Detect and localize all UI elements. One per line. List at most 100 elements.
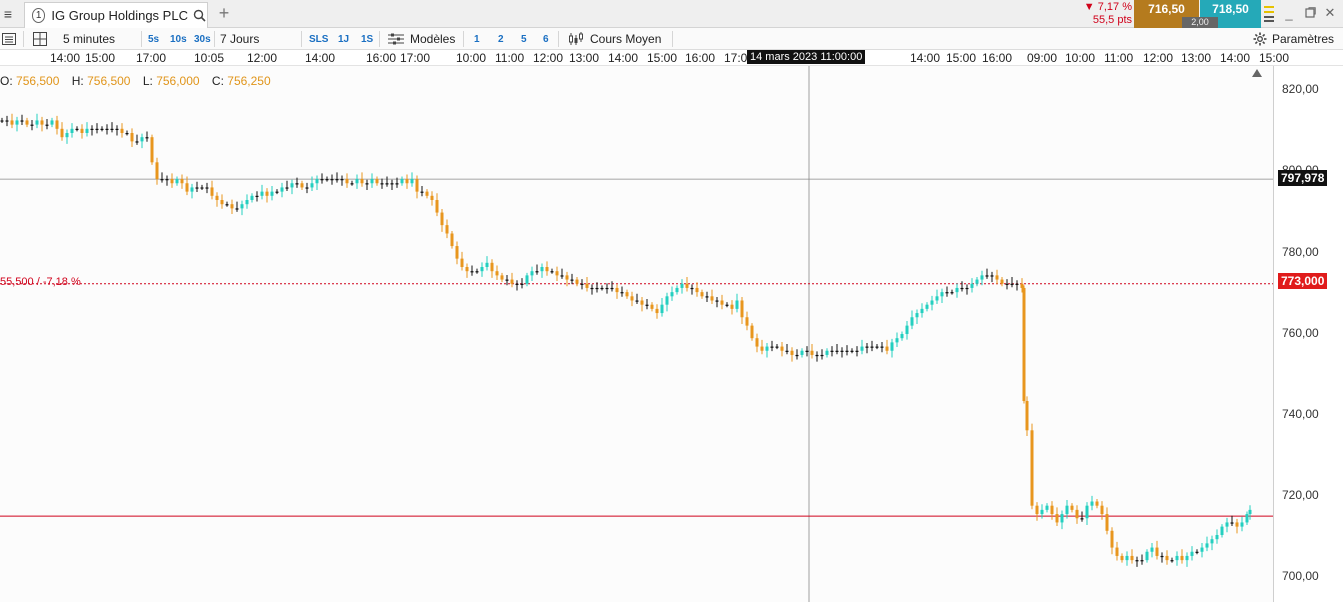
candle-body	[865, 346, 869, 348]
candle-body	[870, 346, 874, 348]
quick-period-1s[interactable]: 1S	[361, 28, 373, 50]
divider	[141, 31, 142, 47]
candle-body	[210, 187, 214, 196]
restore-window-icon[interactable]	[1301, 4, 1319, 22]
candle-body	[770, 346, 774, 348]
time-axis: 14:00 15:00 17:00 10:05 12:00 14:00 16:0…	[0, 50, 1343, 66]
candle-body	[1090, 501, 1094, 506]
candle-body	[980, 275, 984, 280]
candle-body	[1210, 539, 1214, 544]
list-view-icon[interactable]	[2, 28, 16, 50]
candle-body	[615, 287, 619, 293]
quick-interval-30s[interactable]: 30s	[194, 28, 211, 50]
candle-body	[270, 191, 274, 196]
candle-body	[255, 195, 259, 198]
close-icon[interactable]: ✕	[1321, 4, 1339, 22]
candle-body	[160, 179, 164, 181]
candle-body	[1105, 514, 1109, 531]
candle-body	[475, 271, 479, 273]
quick-interval-10s[interactable]: 10s	[170, 28, 187, 50]
indicator-button[interactable]: Cours Moyen	[568, 28, 661, 50]
price-tick: 760,00	[1282, 326, 1319, 340]
candle-body	[365, 183, 369, 185]
model-1[interactable]: 1	[474, 28, 480, 50]
divider	[672, 31, 673, 47]
settings-button[interactable]: Paramètres	[1253, 28, 1334, 50]
open-label: O:	[0, 74, 13, 88]
price-chart[interactable]	[0, 66, 1273, 602]
quick-period-1j[interactable]: 1J	[338, 28, 349, 50]
candle-body	[530, 271, 534, 276]
candle-body	[820, 354, 824, 357]
candle-body	[485, 262, 489, 267]
time-tick: 17:00	[136, 51, 167, 65]
candle-body	[875, 346, 879, 348]
candle-body	[795, 354, 799, 357]
candle-body	[130, 133, 134, 142]
candle-body	[80, 128, 84, 133]
candle-body	[1065, 505, 1069, 515]
time-tick: 10:05	[194, 51, 225, 65]
candle-body	[1115, 547, 1119, 556]
high-value: 756,500	[87, 74, 131, 88]
crosshair-price-label: 797,978	[1278, 170, 1328, 186]
candle-body	[635, 300, 639, 302]
candle-body	[40, 120, 44, 125]
candle-body	[445, 225, 449, 234]
candle-body	[950, 292, 954, 294]
scroll-up-icon[interactable]	[1251, 66, 1263, 78]
search-icon[interactable]	[193, 8, 207, 24]
chart-canvas[interactable]	[0, 66, 1273, 602]
add-tab-icon[interactable]: +	[215, 3, 233, 23]
quick-interval-5s[interactable]: 5s	[148, 28, 159, 50]
time-tick: 10:00	[456, 51, 487, 65]
candle-body	[85, 128, 89, 133]
spread-badge: 2,00	[1182, 17, 1218, 28]
quick-period-sls[interactable]: SLS	[309, 28, 328, 50]
candle-body	[1095, 501, 1099, 506]
candle-body	[585, 283, 589, 288]
candle-body	[830, 350, 834, 352]
model-2[interactable]: 2	[498, 28, 504, 50]
models-button[interactable]: Modèles	[388, 28, 455, 50]
candle-body	[1175, 555, 1179, 561]
candle-body	[880, 346, 884, 348]
layout-grid-icon[interactable]	[33, 28, 47, 50]
candle-body	[395, 183, 399, 185]
price-axis[interactable]: 820,00 800,00 780,00 760,00 740,00 720,0…	[1273, 66, 1343, 602]
candle-body	[825, 350, 829, 355]
interval-select[interactable]: 5 minutes	[63, 28, 115, 50]
model-6[interactable]: 6	[543, 28, 549, 50]
model-5[interactable]: 5	[521, 28, 527, 50]
candle-body	[235, 208, 239, 210]
candle-body	[640, 300, 644, 305]
minimize-icon[interactable]: _	[1280, 4, 1298, 22]
candle-body	[290, 183, 294, 188]
market-depth-icon[interactable]	[1264, 4, 1276, 24]
candle-body	[850, 350, 854, 352]
candle-body	[1245, 514, 1249, 523]
candle-body	[1022, 287, 1026, 401]
candle-body	[420, 191, 424, 193]
candle-body	[1230, 522, 1234, 524]
candle-body	[705, 296, 709, 298]
candle-body	[495, 271, 499, 276]
candle-body	[345, 179, 349, 184]
time-tick: 14:00	[305, 51, 336, 65]
close-label: C:	[211, 74, 224, 88]
candle-body	[1180, 555, 1184, 561]
candle-body	[330, 179, 334, 181]
tab-ig-group[interactable]: 1 IG Group Holdings PLC	[24, 2, 208, 28]
candle-body	[1225, 522, 1229, 527]
candle-body	[140, 137, 144, 142]
prev-close-price-label: 773,000	[1278, 273, 1328, 289]
time-tick: 17:0	[724, 51, 748, 65]
candle-body	[810, 350, 814, 355]
candle-body	[280, 187, 284, 192]
candle-body	[1035, 505, 1039, 515]
candle-body	[785, 350, 789, 352]
hamburger-menu-icon[interactable]: ≡	[0, 0, 16, 27]
divider	[214, 31, 215, 47]
period-select[interactable]: 7 Jours	[220, 28, 259, 50]
candle-body	[1085, 505, 1089, 519]
